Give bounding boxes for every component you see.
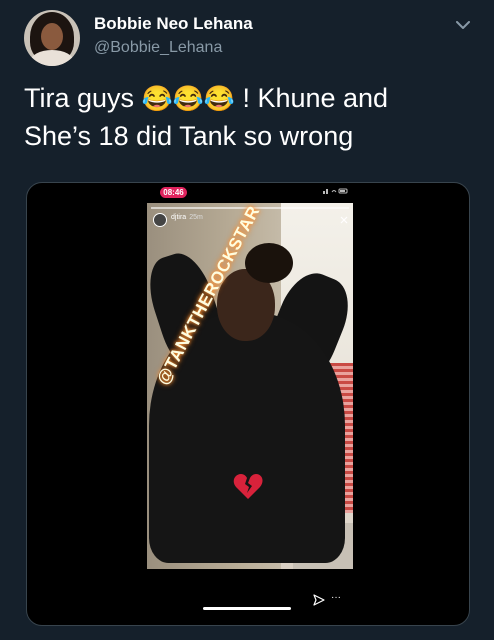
avatar[interactable]	[24, 10, 80, 66]
story-avatar[interactable]	[153, 213, 167, 227]
signal-battery-icon	[323, 188, 349, 196]
home-indicator-bar	[203, 607, 291, 610]
status-time-badge: 08:46	[160, 187, 187, 198]
tweet-header: Bobbie Neo Lehana @Bobbie_Lehana	[24, 10, 474, 72]
tweet-media-video[interactable]: 08:46 djtira 25m @TANKTHEROCKSTAR ···	[26, 182, 470, 626]
broken-heart-icon	[233, 473, 263, 506]
instagram-story-frame: djtira 25m @TANKTHEROCKSTAR	[147, 203, 353, 569]
more-icon[interactable]: ···	[331, 593, 341, 603]
chevron-down-icon[interactable]	[452, 14, 474, 36]
avatar-face	[41, 23, 63, 50]
send-icon[interactable]	[313, 593, 325, 606]
story-user-name: djtira	[171, 214, 187, 221]
laughing-emoji-icons: 😂😂😂	[141, 85, 235, 113]
story-timestamp: 25m	[189, 214, 203, 221]
user-handle[interactable]: @Bobbie_Lehana	[94, 39, 222, 57]
close-icon[interactable]	[339, 212, 349, 224]
story-username[interactable]: djtira 25m	[171, 214, 203, 221]
tweet-text-line-2: She’s 18 did Tank so wrong	[24, 121, 354, 151]
tweet-text-start: Tira guys	[24, 83, 135, 113]
tweet-text: Tira guys 😂😂😂 ! Khune and She’s 18 did T…	[24, 80, 474, 155]
display-name[interactable]: Bobbie Neo Lehana	[94, 14, 253, 34]
tweet-text-continued: ! Khune and	[234, 83, 389, 113]
tweet-text-line-1: Tira guys 😂😂😂 ! Khune and	[24, 80, 474, 118]
